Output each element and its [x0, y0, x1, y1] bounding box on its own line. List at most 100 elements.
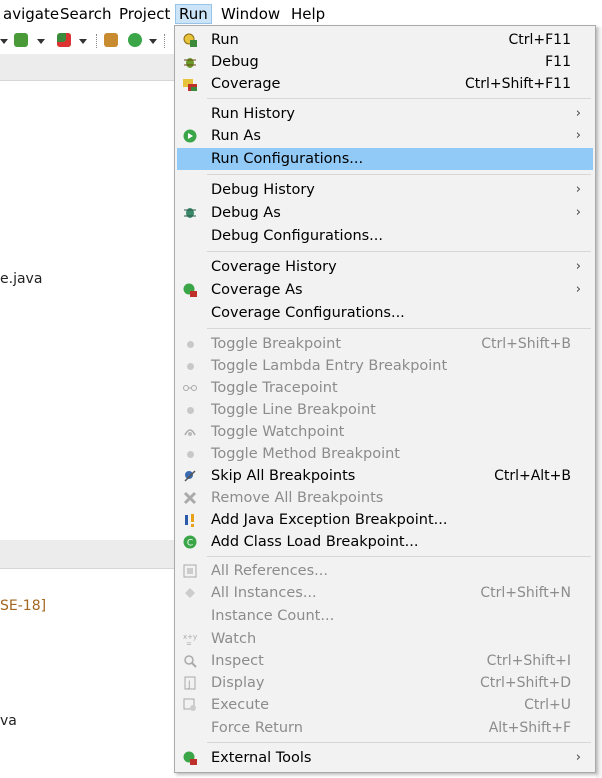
- menu-item-toggle-lambda-breakpoint[interactable]: Toggle Lambda Entry Breakpoint: [177, 355, 593, 377]
- menu-separator: [207, 328, 591, 329]
- menu-separator: [207, 251, 591, 252]
- menu-separator: [207, 98, 591, 99]
- magnifier-icon: [183, 654, 197, 668]
- menu-item-force-return[interactable]: Force Return Alt+Shift+F: [177, 717, 593, 739]
- menu-item-external-tools[interactable]: External Tools ›: [177, 747, 593, 769]
- coverage-toolbar-icon[interactable]: [14, 33, 28, 47]
- debug-bug-icon: [183, 206, 197, 220]
- menu-item-label: Display: [211, 675, 265, 691]
- menu-item-label: Force Return: [211, 720, 303, 736]
- menu-item-label: Remove All Breakpoints: [211, 490, 384, 506]
- menu-item-watch[interactable]: x+y = Watch: [177, 628, 593, 650]
- menu-item-coverage-as[interactable]: Coverage As ›: [177, 279, 593, 301]
- breakpoint-dot-icon: [183, 359, 197, 373]
- menu-navigate[interactable]: avigate: [0, 4, 62, 24]
- submenu-arrow-icon: ›: [575, 106, 581, 121]
- menu-item-label: Debug: [211, 54, 259, 70]
- menu-item-display[interactable]: J Display Ctrl+Shift+D: [177, 672, 593, 694]
- svg-text:J: J: [187, 680, 191, 690]
- menu-project[interactable]: Project: [116, 4, 173, 24]
- menu-item-toggle-watchpoint[interactable]: Toggle Watchpoint: [177, 421, 593, 443]
- menu-item-label: Add Class Load Breakpoint...: [211, 534, 419, 550]
- bottom-pane-header: [0, 540, 174, 569]
- menu-item-toggle-line-breakpoint[interactable]: Toggle Line Breakpoint: [177, 399, 593, 421]
- menu-item-run-configurations[interactable]: Run Configurations...: [177, 148, 593, 170]
- menu-item-toggle-tracepoint[interactable]: Toggle Tracepoint: [177, 377, 593, 399]
- breakpoint-dot-icon: [183, 337, 197, 351]
- all-instances-icon: [183, 586, 197, 600]
- menu-item-shortcut: F11: [545, 54, 571, 70]
- package-explorer-header: [0, 54, 174, 81]
- menu-item-toggle-method-breakpoint[interactable]: Toggle Method Breakpoint: [177, 443, 593, 465]
- menu-item-toggle-breakpoint[interactable]: Toggle Breakpoint Ctrl+Shift+B: [177, 333, 593, 355]
- menu-item-run-history[interactable]: Run History ›: [177, 103, 593, 125]
- class-load-icon: C: [183, 535, 197, 549]
- breakpoint-dot-icon: [183, 403, 197, 417]
- coverage-as-icon: [183, 283, 197, 297]
- menu-item-debug-as[interactable]: Debug As ›: [177, 202, 593, 224]
- menu-item-coverage[interactable]: Coverage Ctrl+Shift+F11: [177, 73, 593, 95]
- menu-item-inspect[interactable]: Inspect Ctrl+Shift+I: [177, 650, 593, 672]
- submenu-arrow-icon: ›: [575, 205, 581, 220]
- menu-item-debug-configurations[interactable]: Debug Configurations...: [177, 225, 593, 247]
- menu-item-add-class-load-breakpoint[interactable]: C Add Class Load Breakpoint...: [177, 531, 593, 553]
- menu-item-coverage-history[interactable]: Coverage History ›: [177, 256, 593, 278]
- toolbar-separator: [96, 34, 98, 48]
- menu-item-shortcut: Ctrl+Shift+F11: [464, 76, 571, 92]
- menu-item-shortcut: Alt+Shift+F: [488, 720, 571, 736]
- menu-item-label: All Instances...: [211, 585, 317, 601]
- dropdown-arrow-icon[interactable]: [0, 39, 8, 44]
- menu-item-label: Instance Count...: [211, 608, 335, 624]
- run-icon: [183, 33, 197, 47]
- menu-item-shortcut: Ctrl+Shift+D: [480, 675, 571, 691]
- new-class-icon[interactable]: [128, 33, 142, 47]
- menu-search[interactable]: Search: [57, 4, 115, 24]
- file-item[interactable]: e.java: [0, 271, 42, 287]
- debug-bug-icon: [183, 55, 197, 69]
- menu-item-label: Toggle Tracepoint: [211, 380, 338, 396]
- skip-breakpoints-icon: [183, 469, 197, 483]
- coverage-icon: [183, 77, 197, 91]
- menu-item-run[interactable]: Run Ctrl+F11: [177, 29, 593, 51]
- run-as-play-icon: [183, 129, 197, 143]
- new-package-icon[interactable]: [104, 33, 118, 47]
- breakpoint-dot-icon: [183, 447, 197, 461]
- menu-item-skip-all-breakpoints[interactable]: Skip All Breakpoints Ctrl+Alt+B: [177, 465, 593, 487]
- menu-item-all-instances[interactable]: All Instances... Ctrl+Shift+N: [177, 582, 593, 604]
- menu-bar: avigate Search Project Run Window Help: [0, 0, 602, 27]
- external-tools-toolbar-icon[interactable]: [57, 33, 71, 47]
- menu-item-debug[interactable]: Debug F11: [177, 51, 593, 73]
- dropdown-arrow-icon[interactable]: [37, 39, 45, 44]
- file-item[interactable]: va: [0, 713, 17, 729]
- submenu-arrow-icon: ›: [575, 750, 581, 765]
- menu-item-label: Execute: [211, 697, 269, 713]
- menu-item-label: Add Java Exception Breakpoint...: [211, 512, 448, 528]
- menu-item-label: Run: [211, 32, 239, 48]
- dropdown-arrow-icon[interactable]: [149, 39, 157, 44]
- submenu-arrow-icon: ›: [575, 259, 581, 274]
- menu-separator: [207, 174, 591, 175]
- menu-item-label: Run Configurations...: [211, 151, 364, 167]
- toolbar-separator: [164, 34, 166, 48]
- menu-item-instance-count[interactable]: Instance Count...: [177, 605, 593, 627]
- menu-item-execute[interactable]: Execute Ctrl+U: [177, 694, 593, 716]
- menu-run[interactable]: Run: [175, 4, 212, 24]
- menu-item-run-as[interactable]: Run As ›: [177, 125, 593, 147]
- menu-item-all-references[interactable]: All References...: [177, 560, 593, 582]
- jre-label: SE-18]: [0, 598, 47, 614]
- menu-help[interactable]: Help: [288, 4, 328, 24]
- dropdown-arrow-icon[interactable]: [79, 39, 87, 44]
- submenu-arrow-icon: ›: [575, 128, 581, 143]
- menu-item-remove-all-breakpoints[interactable]: Remove All Breakpoints: [177, 487, 593, 509]
- menu-item-label: Debug Configurations...: [211, 228, 384, 244]
- menu-item-add-java-exception-breakpoint[interactable]: Add Java Exception Breakpoint...: [177, 509, 593, 531]
- menu-item-coverage-configurations[interactable]: Coverage Configurations...: [177, 302, 593, 324]
- svg-text:C: C: [187, 539, 193, 549]
- menu-item-label: Coverage History: [211, 259, 337, 275]
- menu-item-label: All References...: [211, 563, 328, 579]
- menu-item-label: Coverage As: [211, 282, 303, 298]
- menu-item-label: Toggle Line Breakpoint: [211, 402, 376, 418]
- menu-item-debug-history[interactable]: Debug History ›: [177, 179, 593, 201]
- menu-window[interactable]: Window: [218, 4, 283, 24]
- menu-item-label: Coverage Configurations...: [211, 305, 405, 321]
